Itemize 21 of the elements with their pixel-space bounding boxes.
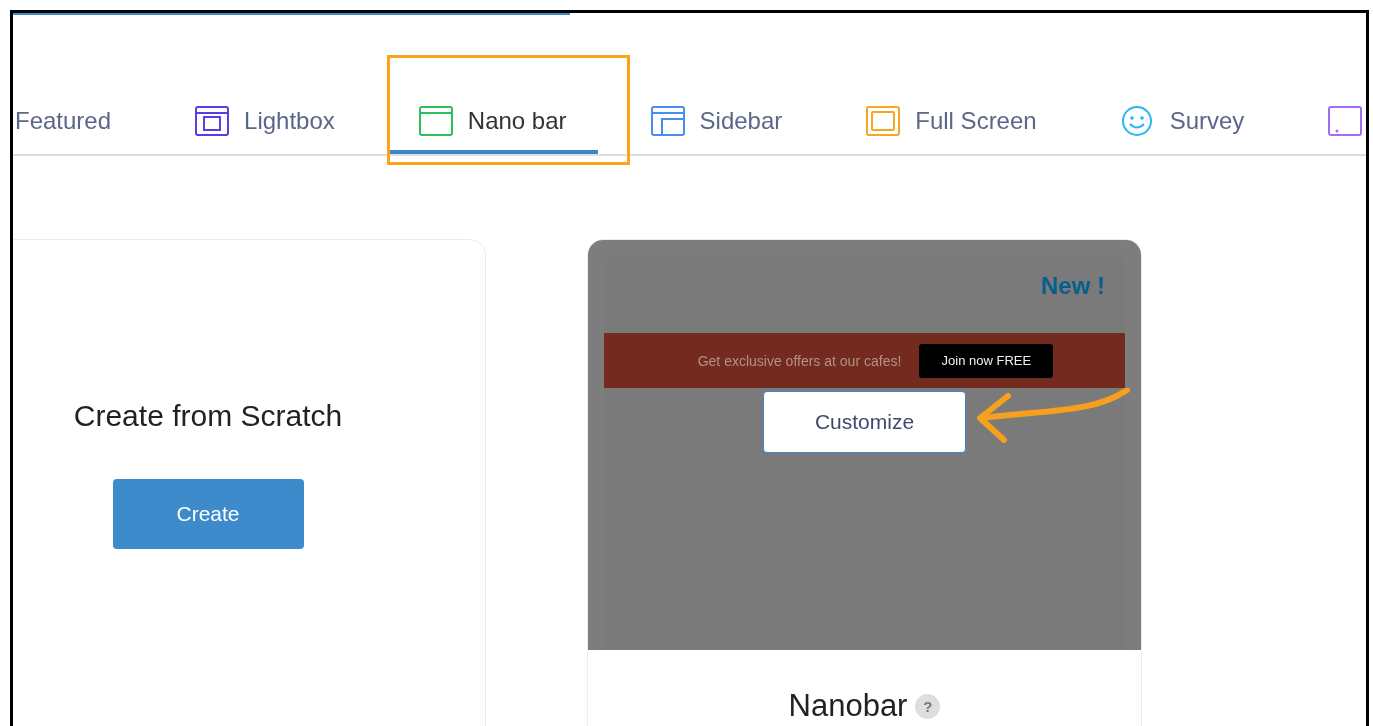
tab[interactable]: Featured: [15, 106, 143, 154]
tab[interactable]: Nano bar: [387, 106, 598, 154]
tab[interactable]: Sidebar: [619, 106, 814, 154]
frame-icon: [866, 106, 901, 136]
arrow-icon: [977, 388, 1130, 443]
join-button[interactable]: Join now FREE: [919, 343, 1054, 378]
customize-button[interactable]: Customize: [763, 391, 966, 453]
help-icon[interactable]: ?: [915, 693, 941, 719]
layout-icon: [650, 106, 685, 136]
tab[interactable]: Full Screen: [835, 106, 1068, 154]
smiley-icon: [1120, 106, 1155, 136]
tab[interactable]: Survey: [1089, 106, 1276, 154]
card-title: Nanobar: [788, 688, 908, 724]
card-title: Create from Scratch: [73, 398, 343, 434]
window-icon: [195, 106, 230, 136]
tab[interactable]: Lightbox: [164, 106, 366, 154]
bar-text: Get exclusive offers at our cafes!: [697, 352, 902, 369]
window-icon: [418, 106, 453, 136]
window-icon: [1328, 106, 1363, 136]
new-label: New !: [1041, 272, 1105, 300]
create-button[interactable]: Create: [112, 479, 304, 549]
